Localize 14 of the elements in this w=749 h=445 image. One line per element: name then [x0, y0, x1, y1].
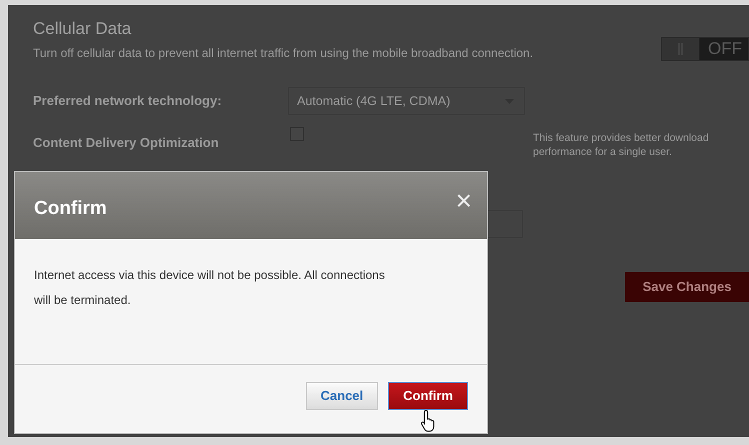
description-text: Turn off cellular data to prevent all internet traffic from using the mobile broadband connection. — [33, 45, 534, 62]
grip-icon — [678, 43, 683, 55]
toggle-switch[interactable]: OFF — [661, 37, 749, 61]
help-text: This feature provides better download performance for a single user. — [533, 131, 710, 159]
confirm-button[interactable]: Confirm — [388, 382, 468, 410]
section-title: Cellular Data — [33, 18, 132, 40]
save-button[interactable]: Save Changes — [625, 272, 749, 302]
close-button[interactable]: × — [456, 190, 472, 212]
dialog-title: Confirm — [34, 197, 107, 221]
field-label: Content Delivery Optimization — [33, 134, 220, 152]
dialog-message: Internet access via this device will not be possible. All connections will be terminated. — [34, 267, 386, 309]
network-select[interactable]: Automatic (4G LTE, CDMA) — [288, 87, 525, 115]
cancel-button[interactable]: Cancel — [306, 382, 378, 410]
field-label: Preferred network technology: — [33, 92, 223, 110]
